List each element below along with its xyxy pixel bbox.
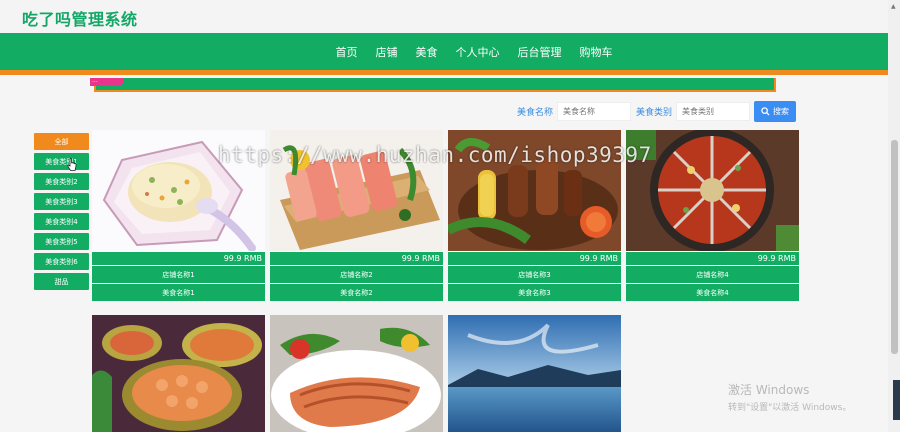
food-type-label: 美食类别 [636, 108, 673, 118]
search-button[interactable]: 搜索 [754, 101, 796, 122]
nav-item-profile[interactable]: 个人中心 [456, 44, 500, 60]
nav-item-home[interactable]: 首页 [336, 44, 358, 60]
search-button-label: 搜索 [773, 107, 789, 116]
product-food-name[interactable]: 美食名称1 [92, 283, 265, 301]
search-icon [761, 107, 770, 116]
banner-strip[interactable] [94, 78, 776, 92]
category-3[interactable]: 美食类别3 [34, 193, 89, 210]
food-name-input[interactable] [557, 102, 632, 121]
top-bar: 吃了吗管理系统 [0, 0, 888, 33]
watermark-text: https://www.huzhan.com/ishop39397 [218, 143, 652, 167]
product-shop-name[interactable]: 店铺名称2 [270, 265, 443, 283]
product-food-name[interactable]: 美食名称2 [270, 283, 443, 301]
food-name-label: 美食名称 [517, 108, 554, 118]
product-price: 99.9 RMB [270, 251, 443, 265]
main-navbar: 首页 店铺 美食 个人中心 后台管理 购物车 [0, 33, 888, 75]
category-2[interactable]: 美食类别2 [34, 173, 89, 190]
hand-cursor-icon [67, 158, 77, 171]
nav-menu: 首页 店铺 美食 个人中心 后台管理 购物车 [0, 33, 888, 70]
lake-landscape-image[interactable] [448, 315, 621, 432]
nav-item-admin[interactable]: 后台管理 [518, 44, 562, 60]
category-6[interactable]: 美食类别6 [34, 253, 89, 270]
product-price: 99.9 RMB [448, 251, 621, 265]
product-card[interactable] [448, 315, 621, 432]
scroll-up-icon[interactable]: ▲ [891, 3, 896, 10]
category-all[interactable]: 全部 [34, 133, 89, 150]
page-scrollbar[interactable]: ▲ [888, 0, 900, 432]
category-dessert[interactable]: 甜品 [34, 273, 89, 290]
product-food-name[interactable]: 美食名称4 [626, 283, 799, 301]
product-price: 99.9 RMB [92, 251, 265, 265]
food-type-input[interactable] [676, 102, 751, 121]
product-shop-name[interactable]: 店铺名称1 [92, 265, 265, 283]
product-shop-name[interactable]: 店铺名称4 [626, 265, 799, 283]
food-type-search: 美食类别 [636, 101, 751, 122]
nav-item-cart[interactable]: 购物车 [580, 44, 613, 60]
product-card[interactable] [92, 315, 265, 432]
category-sidebar: 全部 美食类别1 美食类别2 美食类别3 美食类别4 美食类别5 美食类别6 甜… [34, 133, 89, 293]
scroll-thumb[interactable] [891, 140, 898, 354]
grilled-salmon-image[interactable] [270, 315, 443, 432]
nav-item-food[interactable]: 美食 [416, 44, 438, 60]
product-shop-name[interactable]: 店铺名称3 [448, 265, 621, 283]
category-1[interactable]: 美食类别1 [34, 153, 89, 170]
seafood-platter-image[interactable] [92, 315, 265, 432]
activation-subtitle: 转到"设置"以激活 Windows。 [728, 403, 852, 413]
banner-tag-label: ... [92, 77, 98, 84]
banner-tag: ... [90, 77, 124, 86]
desktop-edge [893, 380, 900, 420]
windows-activation-notice: 激活 Windows 转到"设置"以激活 Windows。 [728, 381, 851, 413]
product-food-name[interactable]: 美食名称3 [448, 283, 621, 301]
app-title: 吃了吗管理系统 [22, 10, 138, 29]
activation-title: 激活 Windows [728, 383, 810, 397]
nav-item-shops[interactable]: 店铺 [376, 44, 398, 60]
category-4[interactable]: 美食类别4 [34, 213, 89, 230]
product-price: 99.9 RMB [626, 251, 799, 265]
product-card[interactable] [270, 315, 443, 432]
food-name-search: 美食名称 [517, 101, 632, 122]
category-5[interactable]: 美食类别5 [34, 233, 89, 250]
